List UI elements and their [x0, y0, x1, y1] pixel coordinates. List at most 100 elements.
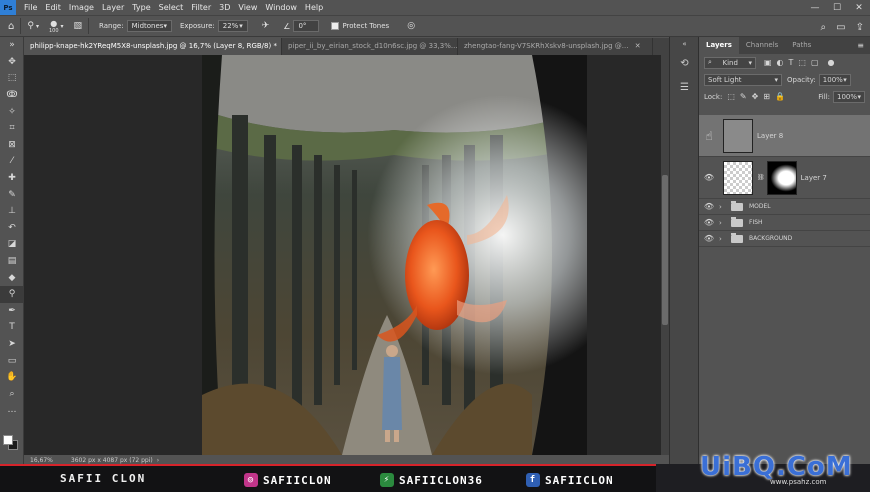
share-icon[interactable]: ⇪ [856, 22, 864, 33]
magic-wand-tool-icon[interactable]: ✧ [0, 103, 24, 120]
close-icon[interactable]: ✕ [635, 42, 641, 50]
exposure-input[interactable]: 22% ▾ [217, 20, 248, 32]
brush-tool-icon[interactable]: ✎ [0, 186, 24, 203]
blend-mode-select[interactable]: Soft Light ▾ [704, 73, 782, 86]
document-tab[interactable]: zhengtao-fang-V7SKRhXskv8-unsplash.jpg @… [458, 38, 653, 55]
healing-brush-tool-icon[interactable]: ✚ [0, 170, 24, 187]
brush-settings-icon[interactable]: ▧ [74, 21, 83, 31]
group-name[interactable]: BACKGROUND [749, 235, 792, 242]
menu-window[interactable]: Window [261, 0, 301, 15]
visibility-eye-icon[interactable]: 👁 [699, 218, 719, 227]
menu-3d[interactable]: 3D [215, 0, 234, 15]
protect-tones-toggle[interactable]: Protect Tones [331, 22, 389, 30]
history-panel-icon[interactable]: ⟲ [670, 51, 699, 75]
protect-tones-checkbox[interactable] [331, 22, 340, 30]
menu-select[interactable]: Select [155, 0, 188, 15]
hand-cursor-icon[interactable]: ☝ [699, 129, 719, 143]
group-row-model[interactable]: 👁 › MODEL [699, 199, 870, 215]
frame-tool-icon[interactable]: ⊠ [0, 137, 24, 154]
filter-toggle-icon[interactable]: ● [828, 58, 835, 67]
document-tab[interactable]: philipp-knape-hk2YReqM5X8-unsplash.jpg @… [24, 38, 282, 55]
search-icon[interactable]: ⌕ [821, 22, 827, 33]
group-row-background[interactable]: 👁 › BACKGROUND [699, 231, 870, 247]
tab-channels[interactable]: Channels [739, 37, 785, 54]
menu-layer[interactable]: Layer [98, 0, 128, 15]
pressure-size-icon[interactable]: ◎ [407, 21, 415, 31]
link-icon[interactable]: ⛓ [757, 174, 765, 181]
history-brush-tool-icon[interactable]: ↶ [0, 220, 24, 237]
burn-tool-icon[interactable]: ⚲ [0, 285, 24, 303]
maximize-button[interactable]: ☐ [826, 0, 848, 15]
menu-image[interactable]: Image [65, 0, 98, 15]
chevron-right-icon[interactable]: › [719, 235, 729, 243]
angle-input[interactable]: 0° [293, 20, 320, 32]
menu-edit[interactable]: Edit [41, 0, 65, 15]
fill-input[interactable]: 100% ▾ [833, 90, 865, 103]
layer-name[interactable]: Layer 7 [801, 174, 827, 182]
eraser-tool-icon[interactable]: ◪ [0, 236, 24, 253]
minimize-button[interactable]: — [804, 0, 826, 15]
group-row-fish[interactable]: 👁 › FISH [699, 215, 870, 231]
layer-row-layer-7[interactable]: 👁 ⛓ Layer 7 [699, 157, 870, 199]
range-select[interactable]: Midtones ▾ [126, 20, 172, 32]
group-name[interactable]: FISH [749, 219, 763, 226]
chevron-down-icon[interactable]: ▾ [36, 23, 39, 30]
tab-paths[interactable]: Paths [785, 37, 818, 54]
crop-tool-icon[interactable]: ⌗ [0, 120, 24, 137]
type-tool-icon[interactable]: T [0, 319, 24, 336]
document-tab-label: philipp-knape-hk2YReqM5X8-unsplash.jpg @… [30, 42, 277, 50]
visibility-eye-icon[interactable]: 👁 [699, 202, 719, 211]
layer-row-layer-8[interactable]: ☝ Layer 8 [699, 115, 870, 157]
menu-file[interactable]: File [20, 0, 41, 15]
properties-panel-icon[interactable]: ☰ [670, 75, 699, 99]
chevron-down-icon[interactable]: ▾ [61, 23, 64, 30]
scrollbar-thumb[interactable] [662, 175, 668, 325]
eyedropper-tool-icon[interactable]: ⁄ [0, 153, 24, 170]
panel-menu-icon[interactable]: ≡ [857, 41, 864, 50]
collapse-icon[interactable]: « [670, 37, 699, 51]
opacity-input[interactable]: 100% ▾ [818, 73, 851, 86]
layer-mask-thumbnail[interactable] [766, 160, 797, 195]
filter-type-icons[interactable]: ▣◐T⬚▢ [764, 58, 824, 67]
hand-tool-icon[interactable]: ✋ [0, 369, 24, 386]
blur-tool-icon[interactable]: ◆ [0, 269, 24, 286]
lock-icons[interactable]: ⬚✎✥⊞🔒 [727, 92, 790, 101]
document-canvas[interactable] [202, 55, 587, 455]
marquee-tool-icon[interactable]: ⬚ [0, 70, 24, 87]
chevron-right-icon[interactable]: › [719, 219, 729, 227]
gradient-tool-icon[interactable]: ▤ [0, 253, 24, 270]
menu-type[interactable]: Type [128, 0, 154, 15]
zoom-tool-icon[interactable]: ⌕ [0, 385, 24, 402]
lasso-tool-icon[interactable]: ↂ [0, 87, 24, 104]
group-name[interactable]: MODEL [749, 203, 771, 210]
move-tool-icon[interactable]: ✥ [0, 54, 24, 71]
kind-filter-select[interactable]: ⌕ Kind ▾ [704, 56, 756, 69]
more-tools-icon[interactable]: … [0, 402, 24, 419]
close-button[interactable]: ✕ [848, 0, 870, 15]
brush-preset-picker[interactable]: ● 100 [49, 19, 59, 34]
clone-stamp-tool-icon[interactable]: ⊥ [0, 203, 24, 220]
burn-tool-icon[interactable]: ⚲ [27, 21, 34, 31]
home-icon[interactable]: ⌂ [8, 21, 14, 32]
document-tab[interactable]: piper_ii_by_eirian_stock_d10n6sc.jpg @ 3… [282, 38, 458, 55]
chevron-right-icon[interactable]: › [157, 457, 159, 464]
menu-view[interactable]: View [234, 0, 261, 15]
tab-layers[interactable]: Layers [699, 37, 739, 54]
chevron-down-icon: ▾ [843, 75, 847, 84]
foreground-color-swatch[interactable] [3, 435, 13, 445]
zoom-level[interactable]: 16,67% [30, 457, 53, 464]
visibility-eye-icon[interactable]: 👁 [699, 234, 719, 243]
chevron-right-icon[interactable]: › [719, 203, 729, 211]
document-tab-label: zhengtao-fang-V7SKRhXskv8-unsplash.jpg @… [464, 42, 629, 50]
workspace-icon[interactable]: ▭ [836, 22, 845, 33]
path-selection-tool-icon[interactable]: ➤ [0, 336, 24, 353]
airbrush-icon[interactable]: ✈ [262, 21, 270, 31]
layer-name[interactable]: Layer 8 [757, 132, 783, 140]
menu-filter[interactable]: Filter [187, 0, 215, 15]
menu-help[interactable]: Help [301, 0, 327, 15]
rectangle-tool-icon[interactable]: ▭ [0, 352, 24, 369]
vertical-scrollbar[interactable] [661, 55, 669, 455]
pen-tool-icon[interactable]: ✒ [0, 303, 24, 320]
visibility-eye-icon[interactable]: 👁 [699, 173, 719, 182]
collapse-icon[interactable]: » [0, 37, 24, 54]
